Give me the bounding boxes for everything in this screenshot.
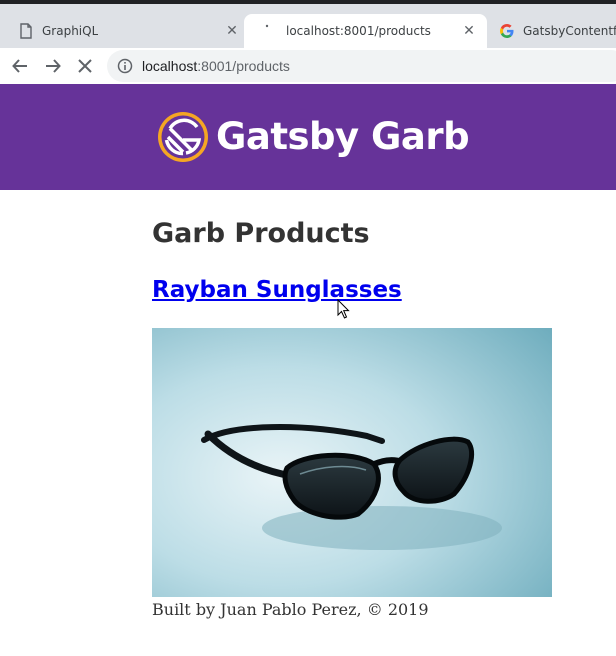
url-path: :8001/products (197, 58, 290, 74)
tab-strip: GraphiQL ✕ localhost:8001/products ✕ Gat… (0, 4, 616, 48)
footer-text: Built by Juan Pablo Perez, © 2019 (152, 600, 429, 619)
site-title[interactable]: Gatsby Garb (216, 114, 470, 160)
tab-graphiql[interactable]: GraphiQL ✕ (0, 14, 250, 48)
url-host: localhost (142, 58, 198, 74)
page-title: Garb Products (152, 218, 370, 249)
tab-contentful[interactable]: GatsbyContentfulF (487, 14, 616, 48)
tab-title: localhost:8001/products (286, 24, 431, 38)
tab-title: GraphiQL (42, 24, 99, 38)
arrow-right-icon (46, 59, 61, 73)
mouse-cursor-icon (337, 299, 350, 319)
stop-button[interactable] (73, 54, 97, 78)
close-icon[interactable]: ✕ (224, 23, 240, 39)
forward-button[interactable] (41, 54, 65, 78)
info-icon[interactable] (117, 58, 133, 74)
browser-toolbar: localhost:8001/products (0, 48, 616, 84)
tab-title: GatsbyContentfulF (523, 24, 616, 38)
arrow-left-icon (12, 59, 27, 73)
close-icon[interactable]: ✕ (461, 23, 477, 39)
product-image (152, 328, 552, 597)
url-text: localhost:8001/products (142, 58, 290, 74)
document-icon (18, 23, 34, 39)
address-bar[interactable]: localhost:8001/products (107, 50, 616, 82)
close-icon (78, 59, 92, 73)
loading-icon (262, 23, 278, 39)
google-icon (499, 23, 515, 39)
product-link[interactable]: Rayban Sunglasses (152, 272, 402, 308)
sunglasses-photo (152, 328, 552, 597)
back-button[interactable] (8, 54, 32, 78)
site-header: Gatsby Garb (0, 84, 616, 190)
gatsby-logo-icon[interactable] (156, 110, 210, 164)
tab-products[interactable]: localhost:8001/products ✕ (244, 14, 487, 48)
